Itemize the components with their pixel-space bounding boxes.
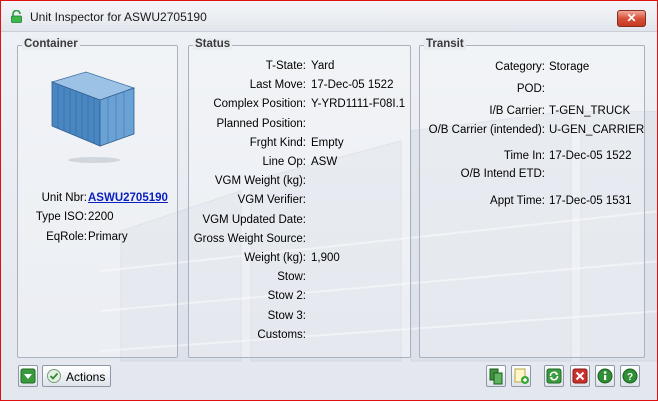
i-b-carrier-label: I/B Carrier: xyxy=(489,105,545,117)
stow-3-label: Stow 3: xyxy=(267,309,306,322)
expand-button[interactable] xyxy=(18,365,38,387)
container-panel: Container Unit Nbr: ASWU2705190 Type ISO… xyxy=(17,38,178,358)
appt-time-label: Appt Time: xyxy=(490,195,545,207)
unit-nbr-link[interactable]: ASWU2705190 xyxy=(88,192,168,204)
i-b-carrier-value: T-GEN_TRUCK xyxy=(549,105,631,117)
check-icon xyxy=(47,369,61,383)
vgm-updated-date-label: VGM Updated Date: xyxy=(202,213,306,226)
status-panel-title: Status xyxy=(193,38,233,50)
line-op-label: Line Op: xyxy=(262,156,306,168)
close-button[interactable]: ✕ xyxy=(617,10,646,27)
svg-text:?: ? xyxy=(627,372,633,383)
t-state-label: T-State: xyxy=(265,60,306,72)
app-lock-icon xyxy=(11,10,22,23)
title-bar: Unit Inspector for ASWU2705190 ✕ xyxy=(1,1,657,32)
time-in-row: Time In: 17-Dec-05 1522 xyxy=(420,150,644,164)
shipping-container-icon xyxy=(50,71,136,163)
refresh-icon xyxy=(546,368,562,384)
unit-nbr-row: Unit Nbr: ASWU2705190 xyxy=(18,192,177,206)
refresh-button[interactable] xyxy=(544,365,564,387)
category-row: Category: Storage xyxy=(420,61,644,75)
o-b-carrier-intended-value: U-GEN_CARRIER xyxy=(549,124,645,136)
t-state-value: Yard xyxy=(311,60,335,72)
actions-button[interactable]: Actions xyxy=(42,365,111,387)
last-move-value: 17-Dec-05 1522 xyxy=(311,79,394,92)
stow-2-row: Stow 2: xyxy=(189,290,410,304)
complex-position-value: Y-YRD1111-F08I.1 xyxy=(311,98,406,111)
weight-kg-label: Weight (kg): xyxy=(244,252,306,264)
stow-label: Stow: xyxy=(277,271,306,284)
add-note-button[interactable] xyxy=(511,365,531,387)
type-iso-value: 2200 xyxy=(88,211,114,223)
vgm-weight-kg-row: VGM Weight (kg): xyxy=(189,175,410,189)
vgm-weight-kg-label: VGM Weight (kg): xyxy=(214,175,306,188)
time-in-label: Time In: xyxy=(503,150,545,162)
eqrole-value: Primary xyxy=(88,231,128,243)
copy-icon xyxy=(489,368,503,385)
o-b-carrier-intended-label: O/B Carrier (intended): xyxy=(428,124,545,136)
weight-kg-row: Weight (kg): 1,900 xyxy=(189,252,410,266)
close-icon: ✕ xyxy=(626,11,637,25)
o-b-intend-etd-row: O/B Intend ETD: xyxy=(420,168,644,182)
gross-weight-source-row: Gross Weight Source: xyxy=(189,233,410,247)
appt-time-row: Appt Time: 17-Dec-05 1531 xyxy=(420,195,644,209)
delete-icon xyxy=(572,368,588,384)
container-panel-title: Container xyxy=(22,38,80,50)
planned-position-label: Planned Position: xyxy=(216,117,306,130)
frght-kind-row: Frght Kind: Empty xyxy=(189,137,410,151)
window-title: Unit Inspector for ASWU2705190 xyxy=(30,10,207,24)
transit-panel: Transit Category: Storage POD: I/B Carrier:… xyxy=(419,38,645,358)
transit-panel-title: Transit xyxy=(424,38,466,50)
delete-button[interactable] xyxy=(570,365,590,387)
vgm-verifier-label: VGM Verifier: xyxy=(237,194,306,207)
last-move-label: Last Move: xyxy=(249,79,306,92)
customs-label: Customs: xyxy=(257,328,306,341)
o-b-carrier-intended-row: O/B Carrier (intended): U-GEN_CARRIER xyxy=(420,124,645,138)
eqrole-label: EqRole: xyxy=(46,231,87,243)
copy-button[interactable] xyxy=(486,365,506,387)
eqrole-row: EqRole: Primary xyxy=(18,231,177,245)
info-icon xyxy=(597,368,613,384)
category-value: Storage xyxy=(549,61,590,73)
weight-kg-value: 1,900 xyxy=(311,252,340,264)
o-b-intend-etd-label: O/B Intend ETD: xyxy=(460,168,545,180)
pod-row: POD: xyxy=(420,83,644,97)
time-in-value: 17-Dec-05 1522 xyxy=(549,150,632,162)
pod-label: POD: xyxy=(516,83,545,95)
last-move-row: Last Move: 17-Dec-05 1522 xyxy=(189,79,410,93)
help-icon: ? xyxy=(622,368,638,384)
unit-inspector-window: Unit Inspector for ASWU2705190 ✕ Contain… xyxy=(0,0,658,401)
stow-3-row: Stow 3: xyxy=(189,310,410,324)
stow-row: Stow: xyxy=(189,271,410,285)
unit-nbr-label: Unit Nbr: xyxy=(41,192,87,204)
complex-position-row: Complex Position: Y-YRD1111-F08I.1 xyxy=(189,98,410,112)
t-state-row: T-State: Yard xyxy=(189,60,410,74)
help-button[interactable]: ? xyxy=(620,365,640,387)
vgm-updated-date-row: VGM Updated Date: xyxy=(189,214,410,228)
gross-weight-source-label: Gross Weight Source: xyxy=(193,232,306,245)
status-panel: Status T-State: Yard Last Move: 17-Dec-05 1… xyxy=(188,38,411,358)
planned-position-row: Planned Position: xyxy=(189,118,410,132)
complex-position-label: Complex Position: xyxy=(213,98,306,111)
category-label: Category: xyxy=(495,61,545,73)
line-op-row: Line Op: ASW xyxy=(189,156,410,170)
add-note-icon xyxy=(514,368,529,384)
vgm-verifier-row: VGM Verifier: xyxy=(189,194,410,208)
line-op-value: ASW xyxy=(311,156,338,168)
stow-2-label: Stow 2: xyxy=(267,290,306,303)
customs-row: Customs: xyxy=(189,329,410,343)
i-b-carrier-row: I/B Carrier: T-GEN_TRUCK xyxy=(420,105,644,119)
info-button[interactable] xyxy=(595,365,615,387)
actions-label: Actions xyxy=(66,370,106,384)
expand-icon xyxy=(20,368,36,384)
type-iso-row: Type ISO: 2200 xyxy=(18,211,177,225)
frght-kind-label: Frght Kind: xyxy=(249,136,306,149)
type-iso-label: Type ISO: xyxy=(35,211,87,223)
appt-time-value: 17-Dec-05 1531 xyxy=(549,195,632,207)
frght-kind-value: Empty xyxy=(311,136,344,149)
